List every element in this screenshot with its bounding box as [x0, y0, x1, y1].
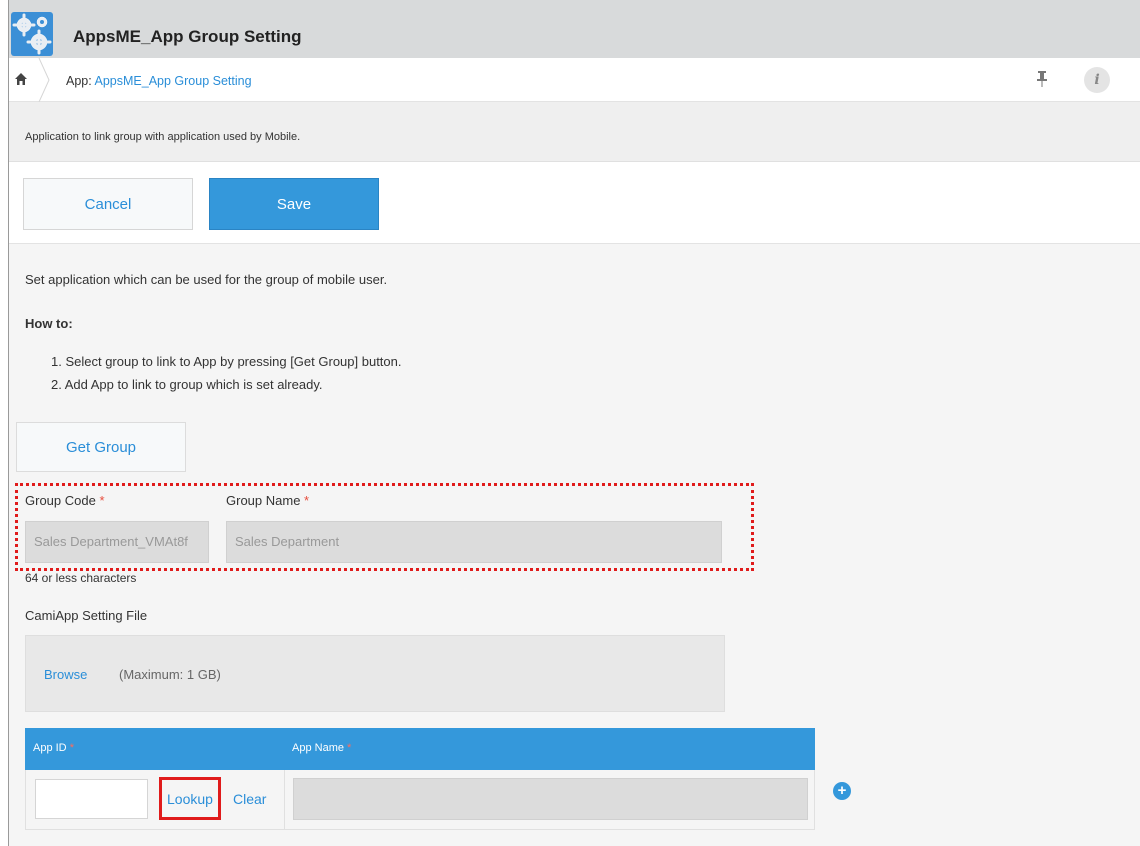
column-header-label: App ID	[33, 742, 67, 754]
get-group-button[interactable]: Get Group	[16, 422, 186, 472]
column-header-app-name: App Name *	[292, 742, 351, 754]
breadcrumb-current: App: AppsME_App Group Setting	[66, 74, 252, 88]
clear-link[interactable]: Clear	[233, 791, 266, 807]
breadcrumb-app-link[interactable]: AppsME_App Group Setting	[95, 74, 252, 88]
app-title: AppsME_App Group Setting	[73, 27, 302, 46]
howto-step: 1. Select group to link to App by pressi…	[51, 354, 402, 369]
breadcrumb: App: AppsME_App Group Setting i	[9, 58, 1140, 102]
column-header-app-id: App ID *	[33, 742, 74, 754]
action-bar: Cancel Save	[9, 162, 1140, 244]
app-name-field[interactable]	[293, 778, 808, 820]
save-button[interactable]: Save	[209, 178, 379, 230]
required-mark: *	[69, 742, 74, 754]
group-code-hint: 64 or less characters	[25, 571, 137, 585]
howto-steps: 1. Select group to link to App by pressi…	[51, 350, 402, 396]
app-id-input[interactable]	[35, 779, 148, 819]
app-title-bar: AppsME_App Group Setting	[9, 0, 1140, 58]
howto-heading: How to:	[25, 316, 73, 331]
column-header-label: App Name	[292, 742, 344, 754]
file-upload-area: Browse (Maximum: 1 GB)	[25, 635, 725, 712]
lookup-link[interactable]: Lookup	[167, 791, 213, 807]
group-fields-highlight	[15, 483, 754, 571]
camiapp-setting-file-label: CamiApp Setting File	[25, 608, 148, 623]
app-table-header: App ID * App Name *	[25, 728, 815, 770]
home-icon[interactable]	[14, 72, 28, 86]
app-description-bar: Application to link group with applicati…	[9, 102, 1140, 162]
info-icon[interactable]: i	[1084, 67, 1110, 93]
breadcrumb-prefix: App:	[66, 74, 92, 88]
app-frame: AppsME_App Group Setting App: AppsME_App…	[8, 0, 1140, 846]
table-row: Lookup Clear	[25, 770, 815, 830]
howto-step: 2. Add App to link to group which is set…	[51, 377, 323, 392]
gears-icon	[11, 12, 53, 56]
max-file-size: (Maximum: 1 GB)	[119, 667, 221, 682]
intro-text: Set application which can be used for th…	[25, 272, 388, 287]
pin-icon[interactable]	[1036, 70, 1048, 88]
add-row-icon[interactable]: +	[833, 782, 851, 800]
breadcrumb-separator-icon	[38, 58, 50, 102]
required-mark: *	[347, 742, 352, 754]
column-divider	[284, 770, 285, 829]
cancel-button[interactable]: Cancel	[23, 178, 193, 230]
browse-link[interactable]: Browse	[44, 667, 87, 682]
app-description: Application to link group with applicati…	[25, 131, 301, 143]
